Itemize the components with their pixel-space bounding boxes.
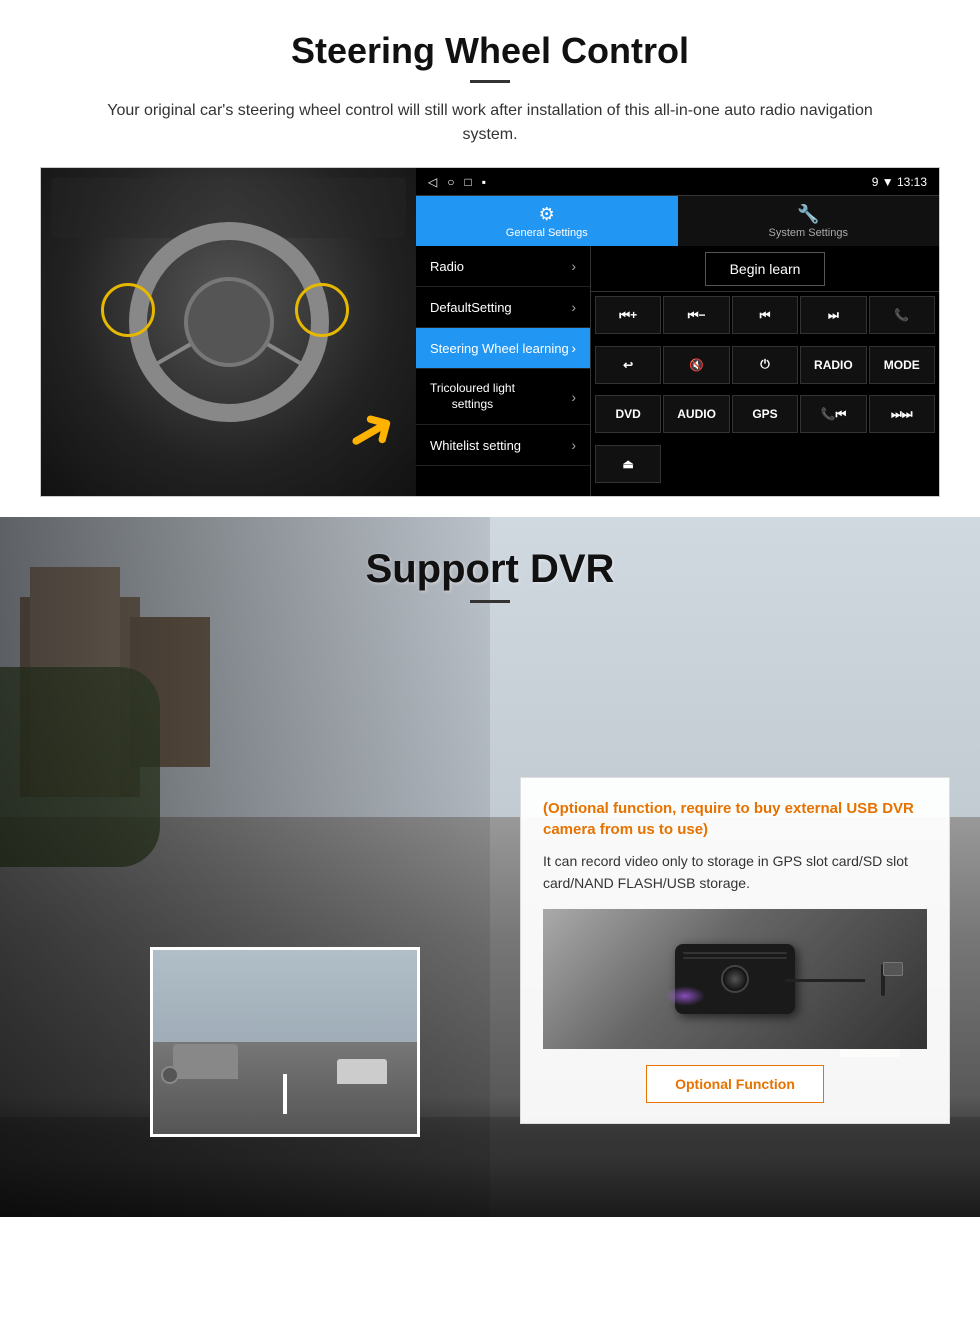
chevron-icon: ›	[571, 389, 576, 405]
menu-default-label: DefaultSetting	[430, 300, 512, 315]
title-divider	[470, 80, 510, 83]
ctrl-next2[interactable]: ⏭⏭	[869, 395, 935, 433]
chevron-icon: ›	[571, 340, 576, 356]
begin-learn-button[interactable]: Begin learn	[705, 252, 826, 286]
camera-lens	[721, 965, 749, 993]
status-info: 9 ▼ 13:13	[872, 175, 927, 189]
dvr-inset-image	[150, 947, 420, 1137]
menu-whitelist-label: Whitelist setting	[430, 438, 521, 453]
tab-general-label: General Settings	[506, 227, 588, 239]
highlight-right	[295, 283, 349, 337]
ctrl-gps[interactable]: GPS	[732, 395, 798, 433]
ctrl-mode[interactable]: MODE	[869, 346, 935, 384]
ctrl-next[interactable]: ⏭	[800, 296, 866, 334]
ctrl-back[interactable]: ↩	[595, 346, 661, 384]
android-ui-panel: ◁ ○ □ ▪ 9 ▼ 13:13 ⚙ General Settings 🔧 S…	[416, 168, 939, 496]
android-right-panel: Begin learn ⏮+ ⏮− ⏮ ⏭ 📞 ↩ 🔇 ⏻ RADIO MODE	[591, 246, 939, 496]
menu-item-radio[interactable]: Radio ›	[416, 246, 590, 287]
dvr-camera-image	[543, 909, 927, 1049]
ctrl-vol-down[interactable]: ⏮−	[663, 296, 729, 334]
dvr-title-area: Support DVR	[0, 517, 980, 613]
steering-panel: ➜ ◁ ○ □ ▪ 9 ▼ 13:13 ⚙ General Settings 🔧…	[40, 167, 940, 497]
dvr-info-card: (Optional function, require to buy exter…	[520, 777, 950, 1124]
system-icon: 🔧	[797, 204, 819, 225]
road-line	[283, 1074, 287, 1114]
android-tabs: ⚙ General Settings 🔧 System Settings	[416, 196, 939, 246]
dvr-section: Support DVR (Optional function, require …	[0, 517, 980, 1217]
steering-wheel-image: ➜	[41, 168, 416, 496]
ctrl-dvd[interactable]: DVD	[595, 395, 661, 433]
ctrl-mute[interactable]: 🔇	[663, 346, 729, 384]
menu-item-whitelist[interactable]: Whitelist setting ›	[416, 425, 590, 466]
arrow-icon: ➜	[332, 388, 411, 474]
chevron-icon: ›	[571, 258, 576, 274]
menu-item-tricoloured[interactable]: Tricoloured lightsettings ›	[416, 369, 590, 425]
nav-icons: ◁ ○ □ ▪	[428, 175, 486, 189]
control-buttons-grid: ⏮+ ⏮− ⏮ ⏭ 📞 ↩ 🔇 ⏻ RADIO MODE DVD AUDIO G…	[591, 292, 939, 496]
dvr-title: Support DVR	[40, 547, 940, 592]
section-subtitle: Your original car's steering wheel contr…	[80, 99, 900, 147]
optional-btn-container: Optional Function	[543, 1065, 927, 1103]
tab-system-settings[interactable]: 🔧 System Settings	[678, 196, 940, 246]
ctrl-prev[interactable]: ⏮	[732, 296, 798, 334]
dvr-optional-text: (Optional function, require to buy exter…	[543, 798, 927, 840]
steering-section: Steering Wheel Control Your original car…	[0, 0, 980, 517]
tab-general-settings[interactable]: ⚙ General Settings	[416, 196, 678, 246]
ctrl-audio[interactable]: AUDIO	[663, 395, 729, 433]
dvr-divider	[470, 600, 510, 603]
tab-system-label: System Settings	[769, 227, 848, 239]
highlight-left	[101, 283, 155, 337]
ctrl-eject[interactable]: ⏏	[595, 445, 661, 483]
page-title: Steering Wheel Control	[40, 30, 940, 72]
begin-learn-area: Begin learn	[591, 246, 939, 292]
ctrl-phone[interactable]: 📞	[869, 296, 935, 334]
menu-steering-label: Steering Wheel learning	[430, 341, 569, 356]
ctrl-phone-prev[interactable]: 📞⏮	[800, 395, 866, 433]
ctrl-power[interactable]: ⏻	[732, 346, 798, 384]
dvr-description: It can record video only to storage in G…	[543, 850, 927, 895]
ctrl-radio[interactable]: RADIO	[800, 346, 866, 384]
menu-radio-label: Radio	[430, 259, 464, 274]
road-scene-inset	[153, 950, 417, 1134]
chevron-icon: ›	[571, 299, 576, 315]
menu-item-defaultsetting[interactable]: DefaultSetting ›	[416, 287, 590, 328]
android-content: Radio › DefaultSetting › Steering Wheel …	[416, 246, 939, 496]
optional-function-button[interactable]: Optional Function	[646, 1065, 824, 1103]
ctrl-vol-up[interactable]: ⏮+	[595, 296, 661, 334]
gear-icon: ⚙	[539, 204, 555, 225]
android-menu: Radio › DefaultSetting › Steering Wheel …	[416, 246, 591, 496]
chevron-icon: ›	[571, 437, 576, 453]
menu-tricoloured-label: Tricoloured lightsettings	[430, 381, 515, 412]
menu-item-steering[interactable]: Steering Wheel learning ›	[416, 328, 590, 369]
android-status-bar: ◁ ○ □ ▪ 9 ▼ 13:13	[416, 168, 939, 196]
